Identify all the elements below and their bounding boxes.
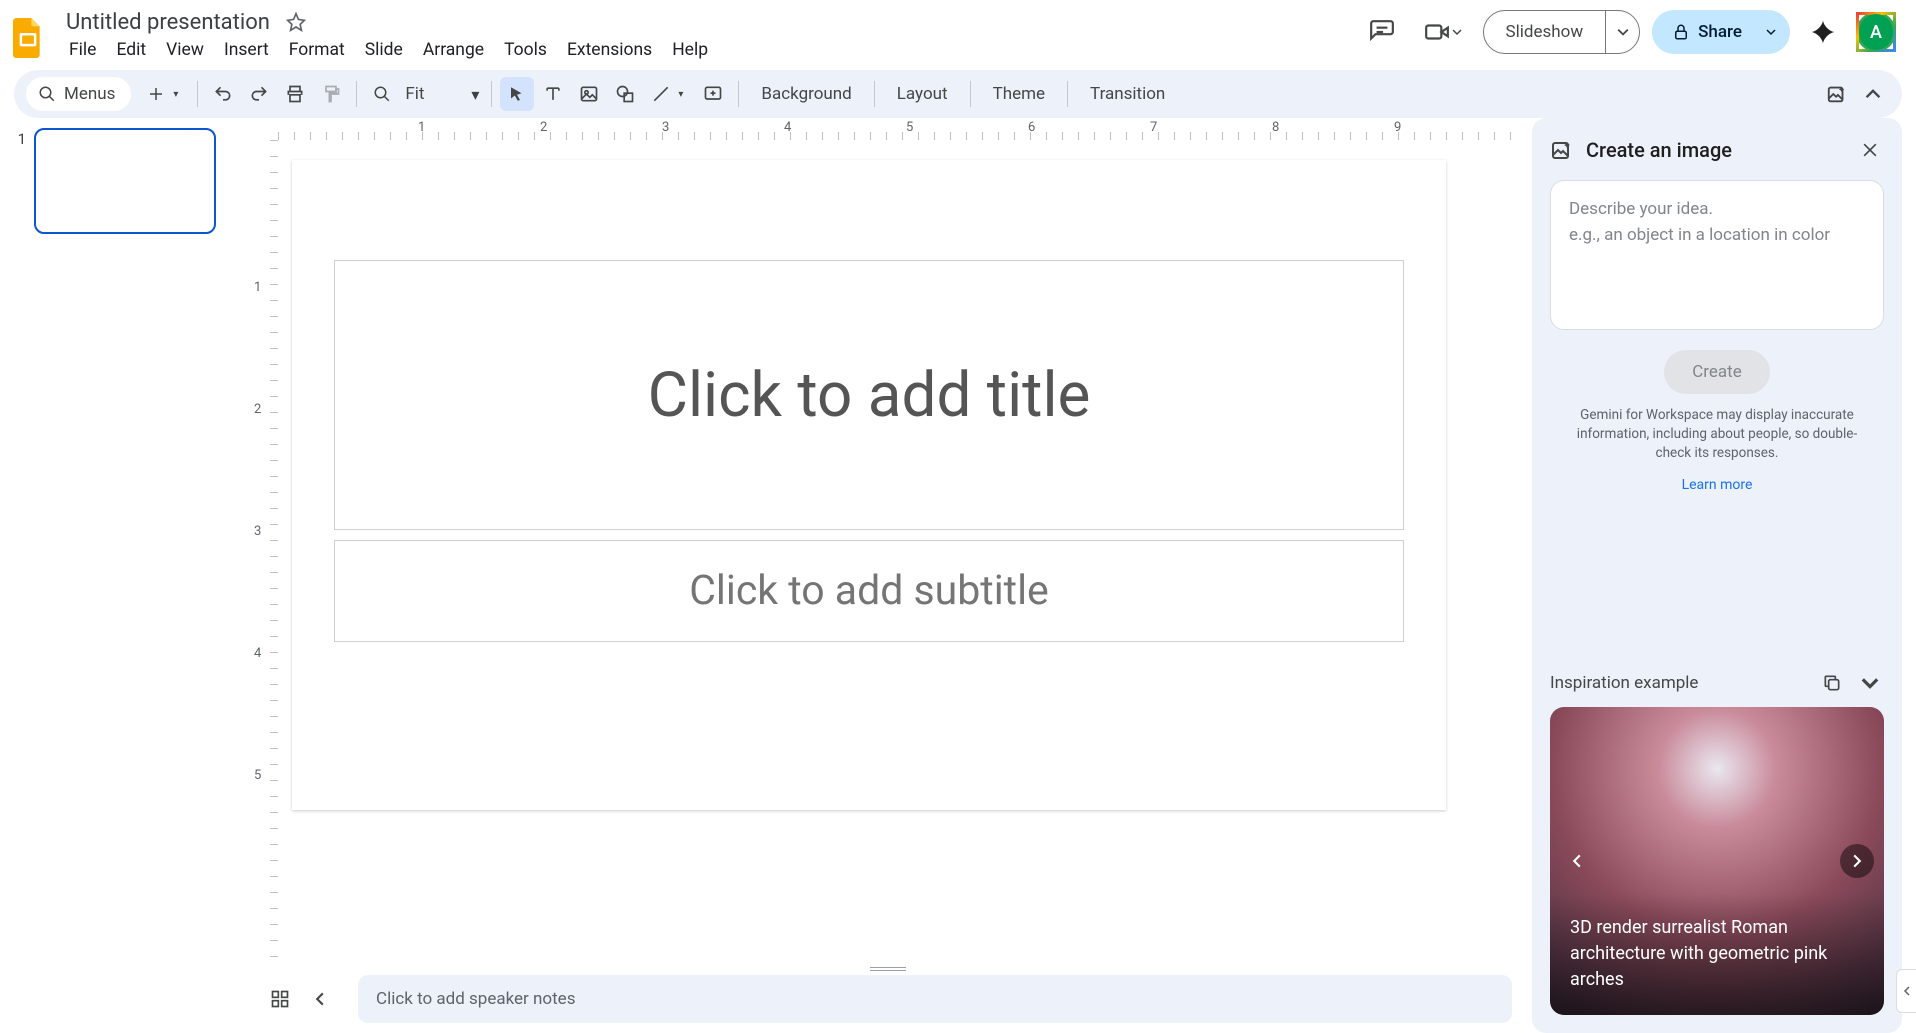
collapse-toolbar-button[interactable]: [1856, 77, 1890, 111]
expand-icon[interactable]: [1856, 669, 1884, 697]
search-menus-label: Menus: [64, 84, 115, 104]
slides-logo[interactable]: [10, 8, 60, 62]
text-box-button[interactable]: [536, 77, 570, 111]
inspiration-prev-button[interactable]: [1560, 844, 1594, 878]
shape-button[interactable]: [608, 77, 642, 111]
share-options-dropdown[interactable]: [1760, 27, 1790, 37]
comment-add-button[interactable]: [696, 77, 730, 111]
slideshow-options-dropdown[interactable]: [1605, 11, 1639, 53]
share-main[interactable]: Share: [1652, 22, 1760, 42]
inspiration-card[interactable]: 3D render surrealist Roman architecture …: [1550, 707, 1884, 1015]
account-avatar[interactable]: A: [1856, 12, 1896, 52]
doc-title-input[interactable]: Untitled presentation: [60, 8, 276, 37]
side-panel-toggle[interactable]: [1896, 969, 1916, 1013]
menu-slide[interactable]: Slide: [356, 36, 412, 64]
collapse-filmstrip-icon[interactable]: [304, 983, 336, 1015]
select-tool-button[interactable]: [500, 77, 534, 111]
horizontal-ruler[interactable]: 1 2 3 4 5 6 7 8 9: [278, 118, 1526, 140]
create-button: Create: [1664, 350, 1770, 394]
gemini-icon[interactable]: [1802, 11, 1844, 53]
inspiration-next-button[interactable]: [1840, 844, 1874, 878]
gemini-disclaimer: Gemini for Workspace may display inaccur…: [1550, 406, 1884, 463]
grid-view-icon[interactable]: [264, 983, 296, 1015]
new-slide-dropdown[interactable]: ▾: [173, 89, 189, 100]
toolbar: Menus ▾: [14, 70, 1902, 118]
zoom-level-dropdown[interactable]: Fit ▾: [401, 84, 483, 104]
paint-format-button: [314, 77, 348, 111]
comments-icon[interactable]: [1361, 11, 1403, 53]
vertical-ruler[interactable]: 1 2 3 4 5: [250, 140, 278, 963]
menu-help[interactable]: Help: [663, 36, 717, 64]
subtitle-placeholder[interactable]: Click to add subtitle: [334, 540, 1404, 642]
menu-extensions[interactable]: Extensions: [558, 36, 661, 64]
speaker-notes-input[interactable]: Click to add speaker notes: [358, 975, 1512, 1023]
line-dropdown[interactable]: ▾: [678, 89, 694, 100]
filmstrip-panel: 1: [0, 118, 250, 1033]
zoom-tool-button[interactable]: [365, 77, 399, 111]
slide-thumbnail[interactable]: [34, 128, 216, 234]
transition-button[interactable]: Transition: [1076, 77, 1179, 111]
menu-insert[interactable]: Insert: [215, 36, 278, 64]
title-placeholder[interactable]: Click to add title: [334, 260, 1404, 530]
menu-edit[interactable]: Edit: [107, 36, 155, 64]
copy-icon[interactable]: [1818, 669, 1846, 697]
menu-view[interactable]: View: [157, 36, 213, 64]
meet-icon[interactable]: [1415, 11, 1471, 53]
share-button: Share: [1652, 10, 1790, 54]
line-button[interactable]: [644, 77, 678, 111]
layout-button[interactable]: Layout: [883, 77, 962, 111]
create-image-icon: [1550, 138, 1574, 162]
slideshow-button: Slideshow: [1483, 10, 1641, 54]
slide-number: 1: [12, 128, 26, 234]
share-label: Share: [1698, 22, 1742, 42]
prompt-placeholder-line2: e.g., an object in a location in color: [1569, 223, 1865, 249]
menu-tools[interactable]: Tools: [495, 36, 556, 64]
redo-button[interactable]: [242, 77, 276, 111]
menubar: File Edit View Insert Format Slide Arran…: [60, 36, 1361, 64]
print-button[interactable]: [278, 77, 312, 111]
undo-button[interactable]: [206, 77, 240, 111]
create-image-sidebar: Create an image Describe your idea. e.g.…: [1532, 118, 1902, 1033]
chevron-down-icon: ▾: [439, 85, 479, 104]
sidebar-title: Create an image: [1586, 138, 1844, 162]
search-menus-button[interactable]: Menus: [26, 77, 131, 111]
new-slide-button[interactable]: [139, 77, 173, 111]
create-image-toggle-icon[interactable]: [1820, 77, 1854, 111]
menu-file[interactable]: File: [60, 36, 105, 64]
prompt-input[interactable]: Describe your idea. e.g., an object in a…: [1550, 180, 1884, 330]
zoom-level-label: Fit: [405, 84, 433, 104]
close-icon[interactable]: [1856, 136, 1884, 164]
prompt-placeholder-line1: Describe your idea.: [1569, 197, 1865, 223]
search-icon: [38, 85, 56, 103]
background-button[interactable]: Background: [747, 77, 865, 111]
inspiration-title: Inspiration example: [1550, 673, 1808, 693]
learn-more-link[interactable]: Learn more: [1550, 477, 1884, 493]
slide-canvas[interactable]: Click to add title Click to add subtitle: [292, 160, 1446, 810]
menu-arrange[interactable]: Arrange: [414, 36, 493, 64]
inspiration-caption: 3D render surrealist Roman architecture …: [1550, 893, 1884, 1015]
notes-splitter[interactable]: [250, 963, 1526, 975]
slideshow-start[interactable]: Slideshow: [1484, 22, 1606, 42]
theme-button[interactable]: Theme: [979, 77, 1059, 111]
insert-image-button[interactable]: [572, 77, 606, 111]
avatar-letter: A: [1859, 14, 1893, 50]
menu-format[interactable]: Format: [280, 36, 354, 64]
star-icon[interactable]: [282, 8, 310, 36]
